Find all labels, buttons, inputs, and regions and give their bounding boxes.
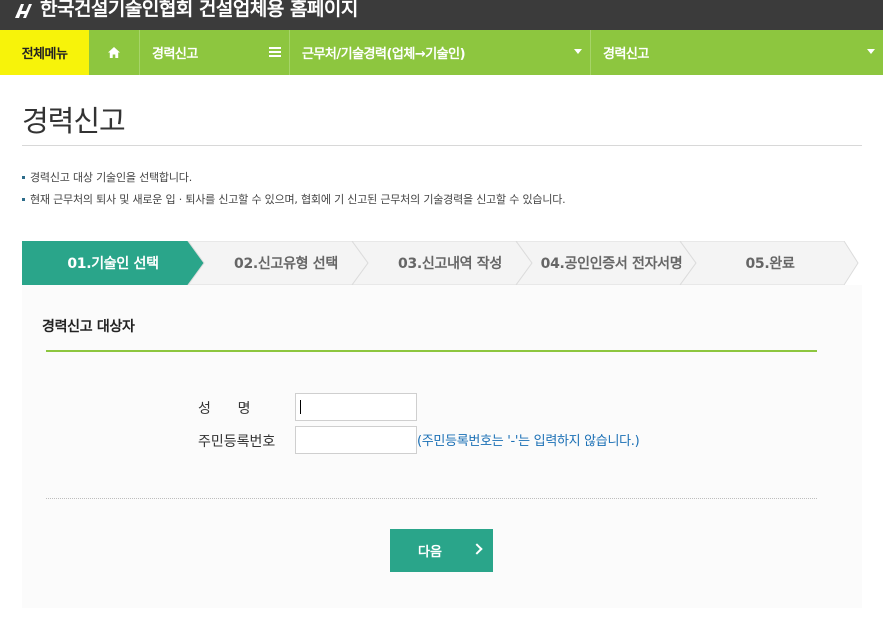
guide-notes: 경력신고 대상 기술인을 선택합니다. 현재 근무처의 퇴사 및 새로운 입 ·…: [22, 170, 566, 214]
title-divider: [22, 145, 862, 146]
chevron-right-icon: [471, 543, 483, 555]
step-2-label: 02.신고유형 선택: [234, 256, 338, 272]
nav-item-career-report-sub[interactable]: 경력신고: [590, 30, 883, 75]
rrn-hint: (주민등록번호는 '-'는 입력하지 않습니다.): [417, 434, 640, 449]
section-divider: [46, 350, 817, 352]
home-button[interactable]: [89, 30, 139, 75]
form-divider: [46, 498, 817, 499]
next-button[interactable]: 다음: [390, 529, 493, 572]
title-bar: 한국건설기술인협회 건설업체용 홈페이지: [0, 0, 883, 30]
chevron-down-icon: [574, 49, 582, 54]
home-icon: [108, 47, 120, 58]
page-title: 경력신고: [22, 104, 126, 138]
guide-note-text: 현재 근무처의 퇴사 및 새로운 입 · 퇴사를 신고할 수 있으며, 협회에 …: [30, 193, 566, 206]
section-title: 경력신고 대상자: [42, 319, 135, 335]
target-form-panel: 경력신고 대상자 성 명 주민등록번호 (주민등록번호는 '-'는 입력하지 않…: [22, 285, 862, 608]
chevron-down-icon: [867, 49, 875, 54]
name-input[interactable]: [295, 393, 417, 421]
nav-bar: 전체메뉴 경력신고 근무처/기술경력(업체→기술인) 경력신고: [0, 30, 883, 75]
nav-item-career-report[interactable]: 경력신고: [139, 30, 289, 75]
nav-item-label: 근무처/기술경력(업체→기술인): [302, 47, 466, 62]
text-cursor: [300, 400, 301, 414]
bullet-icon: [22, 176, 25, 179]
guide-note-text: 경력신고 대상 기술인을 선택합니다.: [30, 171, 192, 184]
all-menu-button[interactable]: 전체메뉴: [0, 30, 89, 75]
step-3-label: 03.신고내역 작성: [398, 256, 502, 272]
rrn-input[interactable]: [295, 426, 417, 454]
site-title[interactable]: 한국건설기술인협회 건설업체용 홈페이지: [40, 0, 358, 21]
step-5-label: 05.완료: [745, 256, 795, 272]
guide-note: 경력신고 대상 기술인을 선택합니다.: [22, 170, 565, 192]
guide-note: 현재 근무처의 퇴사 및 새로운 입 · 퇴사를 신고할 수 있으며, 협회에 …: [22, 192, 566, 214]
bullet-icon: [22, 198, 25, 201]
nav-item-workplace-career[interactable]: 근무처/기술경력(업체→기술인): [289, 30, 590, 75]
name-label: 성 명: [198, 401, 251, 417]
kocea-logo-icon[interactable]: [12, 0, 34, 22]
step-4-label: 04.공인인증서 전자서명: [540, 256, 683, 272]
step-1-label: 01.기술인 선택: [67, 256, 159, 272]
rrn-label: 주민등록번호: [198, 434, 276, 450]
step-indicator: 01.기술인 선택 02.신고유형 선택 03.신고내역 작성 04.공인인증서…: [22, 241, 860, 285]
nav-item-label: 경력신고: [152, 47, 198, 62]
nav-item-label: 경력신고: [603, 47, 649, 62]
next-button-label: 다음: [418, 545, 442, 560]
hamburger-icon[interactable]: [269, 47, 281, 57]
